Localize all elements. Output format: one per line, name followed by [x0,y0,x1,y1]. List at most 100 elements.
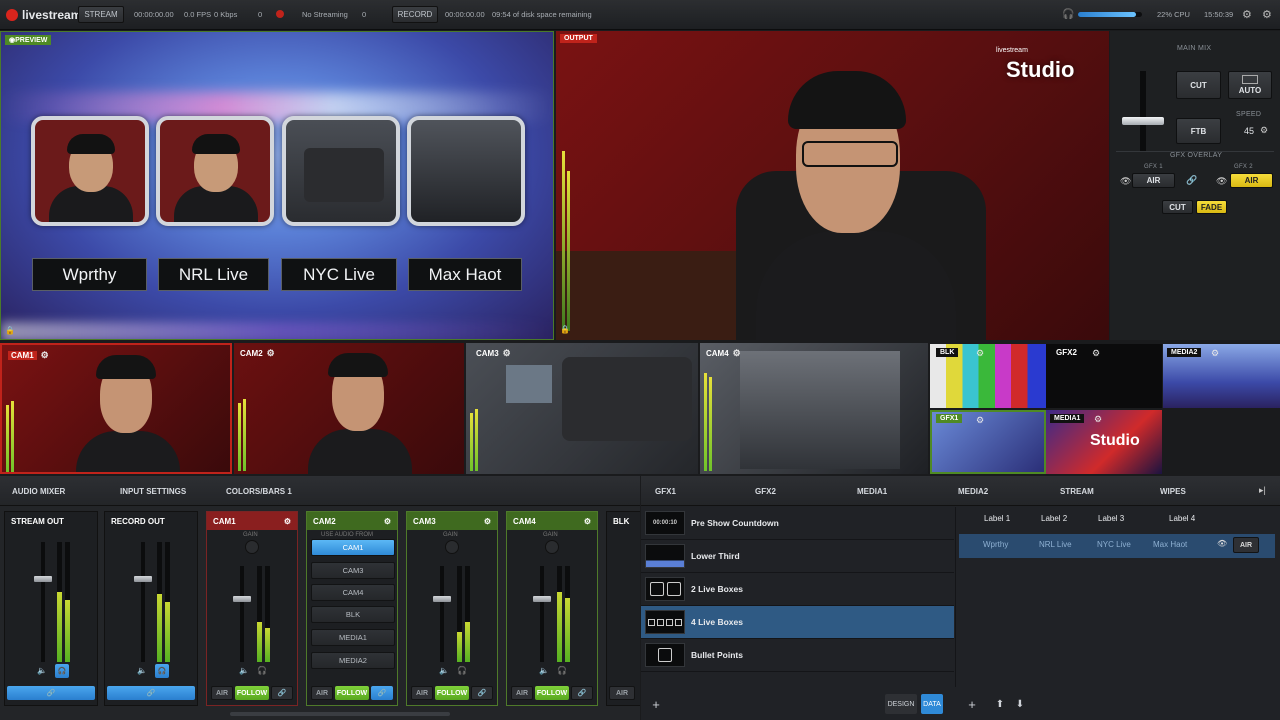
gain-knob[interactable] [245,540,259,554]
link-icon[interactable]: 🔗 [7,686,95,700]
gear-icon[interactable]: ⚙ [384,517,391,526]
gfx-item-2-live-boxes[interactable]: 2 Live Boxes [641,573,954,606]
gfx2-air-button[interactable]: AIR [1230,173,1273,188]
gfx-item-bullet-points[interactable]: Bullet Points [641,639,954,672]
mute-icon[interactable]: 🔈 [539,666,549,675]
follow-button[interactable]: FOLLOW [335,686,369,700]
design-button[interactable]: DESIGN [885,694,917,714]
follow-button[interactable]: FOLLOW [435,686,469,700]
data-cell[interactable]: Max Haot [1153,540,1187,549]
audio-source-blk[interactable]: BLK [311,606,395,623]
gear-icon[interactable]: ⚙ [267,348,275,359]
audio-source-media1[interactable]: MEDIA1 [311,629,395,646]
headphones-icon[interactable]: 🎧 [557,666,567,675]
link-icon[interactable]: 🔗 [107,686,195,700]
tab-stream[interactable]: STREAM [1060,476,1094,506]
mute-icon[interactable]: 🔈 [439,666,449,675]
air-button[interactable]: AIR [311,686,333,700]
volume-slider[interactable] [1078,12,1142,17]
headphones-icon[interactable]: 🎧 [55,664,69,678]
eye-icon[interactable]: 👁 [1216,176,1227,187]
tab-media1[interactable]: MEDIA1 [857,476,887,506]
air-button[interactable]: AIR [211,686,233,700]
cam4-fader[interactable] [540,566,544,662]
cam3-fader[interactable] [440,566,444,662]
gear-icon[interactable]: ⚙ [284,517,291,526]
headphones-icon[interactable]: 🎧 [457,666,467,675]
mute-icon[interactable]: 🔈 [137,666,147,675]
gear-icon[interactable]: ⚙ [976,415,984,426]
audio-source-media2[interactable]: MEDIA2 [311,652,395,669]
record-button[interactable]: RECORD [392,6,438,23]
eye-icon[interactable]: 👁 [1120,176,1131,187]
mute-icon[interactable]: 🔈 [37,666,47,675]
air-button[interactable]: AIR [511,686,533,700]
data-cell[interactable]: NRL Live [1039,540,1072,549]
eye-icon[interactable]: 👁 [1217,539,1227,548]
gear-icon[interactable]: ⚙ [41,350,49,361]
data-cell[interactable]: Wprthy [983,540,1008,549]
ftb-button[interactable]: FTB [1176,118,1221,144]
transition-slider-handle[interactable] [1122,117,1164,125]
audio-source-cam1[interactable]: CAM1 [311,539,395,556]
gear-icon[interactable]: ⚙ [484,517,491,526]
horizontal-scrollbar[interactable] [230,712,450,716]
media2-source[interactable]: MEDIA2 ⚙ [1163,344,1280,408]
link-icon[interactable]: 🔗 [271,686,293,700]
tab-colors-bars[interactable]: COLORS/BARS 1 [226,476,292,506]
lock-icon[interactable]: 🔒 [5,326,15,335]
data-cell[interactable]: NYC Live [1097,540,1131,549]
tab-gfx1[interactable]: GFX1 [655,476,676,506]
cam1-fader-handle[interactable] [233,596,251,602]
headphones-icon[interactable]: 🎧 [1062,9,1074,20]
gear-icon[interactable]: ⚙ [733,348,741,359]
overlay-cut-button[interactable]: CUT [1162,200,1193,214]
cam3-source[interactable]: CAM3 ⚙ [466,343,698,474]
move-up-icon[interactable]: ⬆ [991,694,1009,714]
gear-icon[interactable]: ⚙ [976,348,984,359]
headphones-icon[interactable]: 🎧 [257,666,267,675]
cut-button[interactable]: CUT [1176,71,1221,99]
audio-source-cam3[interactable]: CAM3 [311,562,395,579]
transition-slider-track[interactable] [1140,71,1146,151]
gear-icon[interactable]: ⚙ [1092,348,1100,359]
air-button[interactable]: AIR [411,686,433,700]
settings-icon[interactable]: ⚙ [1262,8,1272,21]
gfx-item-pre-show-countdown[interactable]: 00:00:10 Pre Show Countdown [641,507,954,540]
blk-source[interactable]: BLK ⚙ [930,344,1046,408]
air-button[interactable]: AIR [609,686,635,700]
cam4-source[interactable]: CAM4 ⚙ [700,343,928,474]
follow-button[interactable]: FOLLOW [535,686,569,700]
gfx-item-4-live-boxes[interactable]: 4 Live Boxes [641,606,954,639]
gfx1-source[interactable]: GFX1 ⚙ [930,410,1046,474]
add-icon[interactable]: + [647,694,665,714]
media1-source[interactable]: MEDIA1 ⚙ Studio [1046,410,1162,474]
tab-wipes[interactable]: WIPES [1160,476,1186,506]
data-button[interactable]: DATA [921,694,943,714]
tab-input-settings[interactable]: INPUT SETTINGS [120,476,186,506]
headphones-icon[interactable]: 🎧 [155,664,169,678]
audio-source-cam4[interactable]: CAM4 [311,584,395,601]
gfx1-air-button[interactable]: AIR [1132,173,1175,188]
speed-value[interactable]: 45 [1244,126,1254,136]
row-air-button[interactable]: AIR [1233,537,1259,553]
gain-knob[interactable] [545,540,559,554]
gear-icon[interactable]: ⚙ [584,517,591,526]
link-icon[interactable]: 🔗 [1186,175,1197,186]
gfx-item-lower-third[interactable]: Lower Third [641,540,954,573]
mute-icon[interactable]: 🔈 [239,666,249,675]
data-row[interactable]: Wprthy NRL Live NYC Live Max Haot 👁 AIR [959,534,1275,558]
add-row-icon[interactable]: + [963,694,981,714]
stream-button[interactable]: STREAM [78,6,124,23]
lock-icon[interactable]: 🔒 [560,325,570,334]
auto-button[interactable]: AUTO [1228,71,1272,99]
gear-icon[interactable]: ⚙ [503,348,511,359]
link-icon[interactable]: 🔗 [371,686,393,700]
cam2-source[interactable]: CAM2 ⚙ [234,343,464,474]
tab-media2[interactable]: MEDIA2 [958,476,988,506]
follow-button[interactable]: FOLLOW [235,686,269,700]
link-icon[interactable]: 🔗 [571,686,593,700]
cam1-source[interactable]: CAM1 ⚙ [0,343,232,474]
cam3-fader-handle[interactable] [433,596,451,602]
tab-audio-mixer[interactable]: AUDIO MIXER [12,476,65,506]
